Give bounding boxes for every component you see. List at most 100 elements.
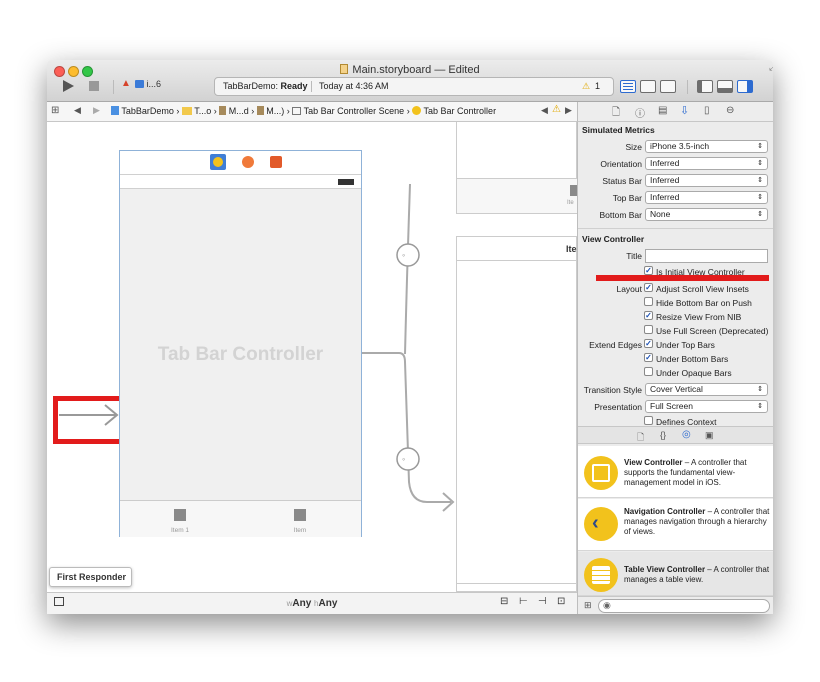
warning-icon[interactable]: ⚠ [582,78,590,95]
tbc-placeholder-title: Tab Bar Controller [157,344,324,365]
top-bar-popup[interactable]: Inferred ⇕ [645,191,768,204]
popup-arrows-icon: ⇕ [757,143,763,150]
file-icon-2 [256,106,264,115]
grid-view-icon[interactable]: ⊞ [584,600,592,611]
align-icon[interactable]: ⊟ [500,596,508,607]
utilities-toggle-icon[interactable] [737,80,753,93]
under-opaque-checkbox[interactable] [644,367,653,376]
segue-icon[interactable]: ◦ [402,250,405,260]
first-responder-dock-highlight[interactable] [210,154,226,170]
jump-bar: ⊞ ◀ ▶ TabBarDemo › T...o › M...d › M...)… [47,102,577,122]
code-snippet-library-icon[interactable]: {} [660,430,666,440]
size-value: iPhone 3.5-inch [650,141,710,151]
tab-item-1-icon[interactable] [174,509,186,521]
breadcrumb-folder[interactable]: T...o [194,106,211,116]
size-class-h-value: Any [318,598,338,609]
tab-item-1-label[interactable]: Item 1 [164,527,196,534]
folder-icon [181,107,192,115]
first-responder-icon[interactable] [242,156,254,168]
popup-arrows-icon: ⇕ [757,177,763,184]
assistant-editor-icon[interactable] [640,80,656,93]
under-bottom-checkbox[interactable]: ✓ [644,353,653,362]
under-bottom-label: Under Bottom Bars [656,354,729,364]
connections-inspector-icon[interactable]: ⊖ [726,105,734,116]
canvas-bottom-bar: wAny hAny ⊟ ⊢ ⊣ ⊡ [47,592,577,614]
related-items-icon[interactable]: ⊞ [51,105,59,116]
orientation-popup[interactable]: Inferred ⇕ [645,157,768,170]
fullscreen-icon[interactable]: ⤢ [769,62,773,73]
section-divider [578,228,773,229]
status-bar-popup[interactable]: Inferred ⇕ [645,174,768,187]
under-top-checkbox[interactable]: ✓ [644,339,653,348]
project-icon [111,106,119,115]
debug-area-toggle-icon[interactable] [717,80,733,93]
initial-scene-arrow[interactable] [59,415,117,416]
resize-nib-checkbox[interactable]: ✓ [644,311,653,320]
quick-help-icon[interactable]: ⓘ [635,105,645,120]
full-screen-checkbox[interactable] [644,325,653,334]
navigator-toggle-icon[interactable] [697,80,713,93]
prev-issue-icon[interactable]: ◀ [541,105,548,116]
breadcrumb-controller[interactable]: Tab Bar Controller [424,106,497,116]
activity-viewer: TabBarDemo: Ready Today at 4:36 AM ⚠ 1 [214,77,614,96]
bottom-bar-popup[interactable]: None ⇕ [645,208,768,221]
identity-inspector-icon[interactable]: ▤ [658,105,667,116]
scheme-label: i...6 [146,79,162,89]
tab-item-2-label[interactable]: Item [284,527,316,534]
breadcrumb-project[interactable]: TabBarDemo [121,106,174,116]
breadcrumb-storyboard[interactable]: M...d [229,106,249,116]
run-button[interactable] [63,80,74,92]
presentation-popup[interactable]: Full Screen ⇕ [645,400,768,413]
window-title: Main.storyboard — Edited [47,64,773,76]
resize-nib-row: ✓ Resize View From NIB [578,310,773,324]
attributes-inspector-icon[interactable]: ⇩ [680,104,689,117]
library-filter-field[interactable]: ◉ [598,599,770,613]
child-scene-2[interactable]: Ite [456,236,578,592]
pin-icon[interactable]: ⊢ [519,596,528,607]
layout-label: Layout [616,284,642,294]
breadcrumb: TabBarDemo › T...o › M...d › M...) › Tab… [111,106,496,116]
warning-count: 1 [595,81,601,91]
breadcrumb-scene[interactable]: Tab Bar Controller Scene [304,106,405,116]
device-icon [135,80,144,88]
title-field[interactable] [645,249,768,263]
defines-context-checkbox[interactable] [644,416,653,425]
resize-nib-label: Resize View From NIB [656,312,742,322]
segue-icon-2[interactable]: ◦ [402,454,405,464]
library-item-view-controller[interactable]: View Controller – A controller that supp… [578,446,773,498]
storyboard-canvas[interactable]: ◦ ◦ Tab Bar Controller Item 1 Item Ite I… [47,122,578,592]
child-scene-1[interactable]: Ite [456,122,578,214]
version-editor-icon[interactable] [660,80,676,93]
forward-icon[interactable]: ▶ [93,105,100,116]
tbc-content: Tab Bar Controller [120,189,361,500]
breadcrumb-file[interactable]: M...) [266,106,284,116]
transition-popup[interactable]: Cover Vertical ⇕ [645,383,768,396]
size-class-control[interactable]: wAny hAny [47,598,577,609]
library-item-navigation-controller[interactable]: ‹ Navigation Controller – A controller t… [578,499,773,551]
controller-icon [412,106,422,115]
tab-bar-controller-scene[interactable]: Tab Bar Controller Item 1 Item [119,150,362,537]
is-initial-checkbox[interactable]: ✓ [644,266,653,275]
size-inspector-icon[interactable]: ▯ [704,105,710,116]
adjust-scroll-checkbox[interactable]: ✓ [644,283,653,292]
scheme-selector[interactable]: i...6 [135,79,161,89]
status-bar-value: Inferred [650,175,680,185]
standard-editor-icon[interactable] [620,80,636,93]
library-item-text: Table View Controller – A controller tha… [624,565,770,585]
file-template-library-icon[interactable]: 🗋 [637,430,644,446]
under-top-label: Under Top Bars [656,340,715,350]
object-library-icon[interactable]: ◎ [682,429,691,440]
size-popup[interactable]: iPhone 3.5-inch ⇕ [645,140,768,153]
library-item-table-view-controller[interactable]: Table View Controller – A controller tha… [578,552,773,596]
tab-item-2-icon[interactable] [294,509,306,521]
next-issue-icon[interactable]: ▶ [565,105,572,116]
hide-bottom-checkbox[interactable] [644,297,653,306]
issue-warning-icon[interactable]: ⚠ [552,104,561,115]
media-library-icon[interactable]: ▣ [705,430,714,441]
resizing-icon[interactable]: ⊡ [557,596,565,607]
exit-icon[interactable] [270,156,282,168]
file-inspector-icon[interactable]: 🗋 [612,105,620,122]
stop-button[interactable] [89,81,99,91]
resolve-issues-icon[interactable]: ⊣ [538,596,547,607]
back-icon[interactable]: ◀ [74,105,81,116]
